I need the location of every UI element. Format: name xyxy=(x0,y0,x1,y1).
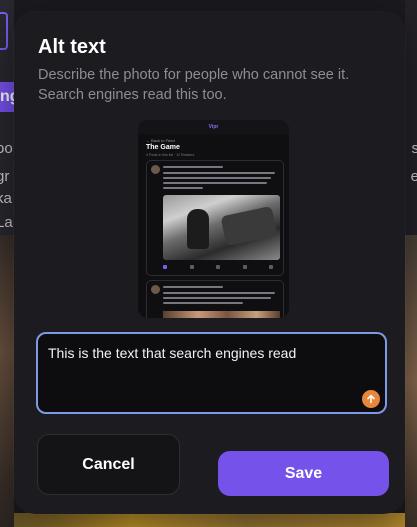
preview-post-actions xyxy=(163,265,273,269)
preview-text-line xyxy=(163,292,275,294)
background-photo-strip xyxy=(14,513,405,527)
background-text: oo xyxy=(0,140,13,157)
background-tag: ng xyxy=(0,82,14,112)
arrow-up-icon[interactable] xyxy=(362,390,380,408)
preview-top-bar: Vipr xyxy=(138,120,289,134)
dialog-description: Describe the photo for people who cannot… xyxy=(38,67,350,103)
comment-icon xyxy=(189,265,194,269)
cancel-button[interactable]: Cancel xyxy=(37,434,180,495)
share-icon xyxy=(269,265,273,269)
arrow-up-icon-glyph xyxy=(367,394,375,404)
repost-icon xyxy=(216,265,220,269)
preview-person-shape xyxy=(187,209,209,249)
preview-post-card xyxy=(146,280,284,318)
background-text: La xyxy=(0,214,13,231)
preview-text-line xyxy=(163,302,243,304)
background-text: s xyxy=(411,140,417,157)
preview-text-line xyxy=(163,297,271,299)
background-text: gr xyxy=(0,168,10,185)
background-photo xyxy=(405,235,417,527)
preview-logo: Vipr xyxy=(208,124,219,130)
background-right-column: s e xyxy=(405,0,417,527)
alt-text-input[interactable]: This is the text that search engines rea… xyxy=(36,332,387,414)
preview-text-line xyxy=(163,177,271,179)
bookmark-icon xyxy=(242,265,247,269)
preview-post-photo xyxy=(163,311,280,318)
save-button[interactable]: Save xyxy=(218,451,389,496)
background-text: e xyxy=(410,168,417,185)
background-button xyxy=(0,12,8,50)
preview-back-link: ← Back to Feed xyxy=(146,138,175,143)
background-photo xyxy=(0,235,14,527)
background-left-column: ng oo gr ka La xyxy=(0,0,14,527)
background-text: ka xyxy=(0,190,12,207)
preview-text-line xyxy=(163,166,223,168)
preview-avatar xyxy=(151,285,160,294)
photo-preview: Vipr ← Back to Feed The Game 4 Posts in … xyxy=(138,120,289,318)
preview-text-line xyxy=(163,187,203,189)
heart-icon xyxy=(163,265,167,269)
alt-text-dialog: Alt text Describe the photo for people w… xyxy=(14,12,405,514)
preview-text-line xyxy=(163,286,223,288)
dialog-title: Alt text xyxy=(38,36,106,58)
preview-avatar xyxy=(151,165,160,174)
preview-post-card xyxy=(146,160,284,276)
preview-text-line xyxy=(163,172,275,174)
preview-text-line xyxy=(163,182,267,184)
preview-heading: The Game xyxy=(146,144,180,151)
preview-subheading: 4 Posts in this list · 12 Readers xyxy=(146,153,195,157)
preview-post-photo xyxy=(163,195,280,260)
preview-car-shape xyxy=(220,205,278,247)
